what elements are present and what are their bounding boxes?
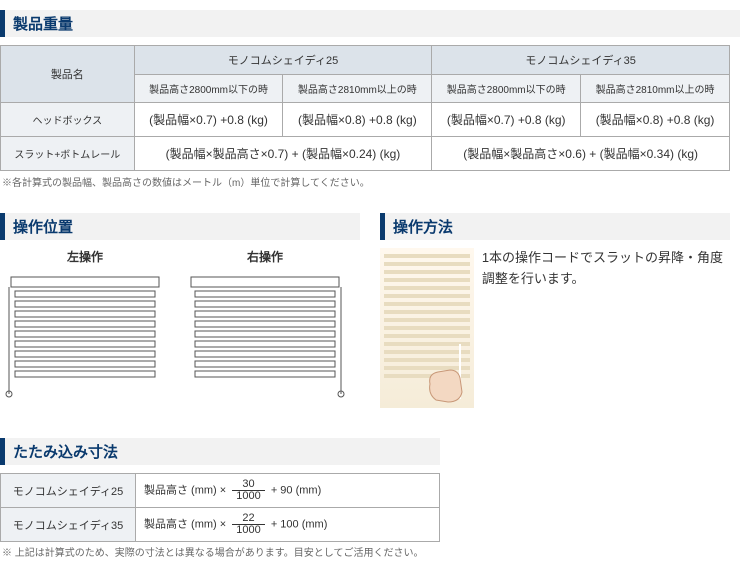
fold-row2-formula: 製品高さ (mm) × 22 1000 + 100 (mm) [136,508,440,542]
row1-c2: (製品幅×0.8) +0.8 (kg) [283,103,432,137]
th-sub1: 製品高さ2800mm以下の時 [134,75,283,103]
method-description: 1本の操作コードでスラットの昇降・角度調整を行います。 [482,248,730,408]
fold-r1-prefix: 製品高さ (mm) × [144,484,226,496]
th-item2: モノコムシェイディ35 [432,46,730,75]
right-op-label: 右操作 [180,248,350,265]
fraction: 30 1000 [232,479,264,502]
row1-label: ヘッドボックス [1,103,135,137]
fold-row1-label: モノコムシェイディ25 [1,474,136,508]
row1-c3: (製品幅×0.7) +0.8 (kg) [432,103,581,137]
row2-c2: (製品幅×製品高さ×0.6) + (製品幅×0.34) (kg) [432,137,730,171]
blind-right-icon [185,269,345,399]
frac-den: 1000 [232,491,264,502]
fold-r2-prefix: 製品高さ (mm) × [144,518,226,530]
hand-icon [420,344,470,404]
right-operation-figure: 右操作 [180,248,350,399]
left-operation-figure: 左操作 [0,248,170,399]
fold-table: モノコムシェイディ25 製品高さ (mm) × 30 1000 + 90 (mm… [0,473,440,542]
th-sub3: 製品高さ2800mm以下の時 [432,75,581,103]
fold-note: ※ 上記は計算式のため、実際の寸法とは異なる場合があります。目安としてご活用くだ… [2,544,740,559]
frac-den: 1000 [232,525,264,536]
operation-photo [380,248,474,408]
blind-left-icon [5,269,165,399]
fraction: 22 1000 [232,513,264,536]
fold-r2-suffix: + 100 (mm) [271,518,328,530]
row2-label: スラット+ボトムレール [1,137,135,171]
section-title-fold: たたみ込み寸法 [0,438,440,465]
th-sub4: 製品高さ2810mm以上の時 [581,75,730,103]
th-item1: モノコムシェイディ25 [134,46,432,75]
fold-r1-suffix: + 90 (mm) [271,484,321,496]
fold-row1-formula: 製品高さ (mm) × 30 1000 + 90 (mm) [136,474,440,508]
row2-c1: (製品幅×製品高さ×0.7) + (製品幅×0.24) (kg) [134,137,432,171]
left-op-label: 左操作 [0,248,170,265]
th-sub2: 製品高さ2810mm以上の時 [283,75,432,103]
weight-note: ※各計算式の製品幅、製品高さの数値はメートル（m）単位で計算してください。 [2,174,740,189]
fold-row2-label: モノコムシェイディ35 [1,508,136,542]
section-title-method: 操作方法 [380,213,730,240]
weight-table: 製品名 モノコムシェイディ25 モノコムシェイディ35 製品高さ2800mm以下… [0,45,730,171]
section-title-weight: 製品重量 [0,10,740,37]
row1-c4: (製品幅×0.8) +0.8 (kg) [581,103,730,137]
th-product: 製品名 [1,46,135,103]
section-title-position: 操作位置 [0,213,360,240]
row1-c1: (製品幅×0.7) +0.8 (kg) [134,103,283,137]
